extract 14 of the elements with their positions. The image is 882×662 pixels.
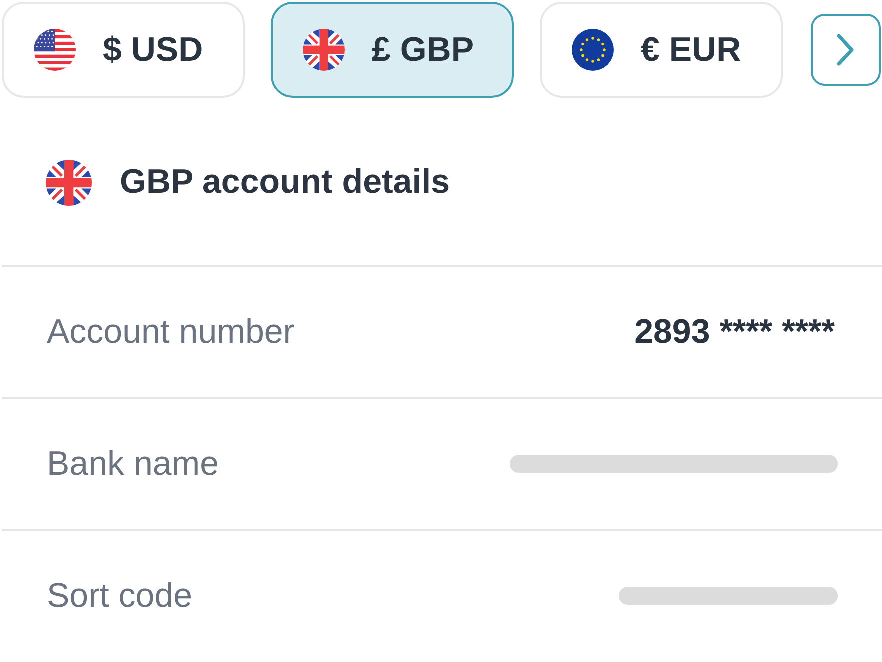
uk-flag-icon — [46, 160, 92, 206]
field-value: 2893 **** **** — [634, 312, 835, 352]
us-flag-icon — [34, 29, 76, 71]
uk-flag-icon — [303, 29, 345, 71]
chevron-right-icon — [836, 33, 856, 67]
currency-tab[interactable]: € EUR — [540, 2, 783, 98]
field-label: Sort code — [47, 576, 193, 616]
field-label: Bank name — [47, 444, 219, 484]
account-title: GBP account details — [120, 163, 450, 202]
next-button[interactable] — [811, 14, 881, 86]
eu-flag-icon — [572, 29, 614, 71]
field-label: Account number — [47, 312, 295, 352]
currency-tab[interactable]: £ GBP — [271, 2, 514, 98]
currency-tab[interactable]: $ USD — [2, 2, 245, 98]
